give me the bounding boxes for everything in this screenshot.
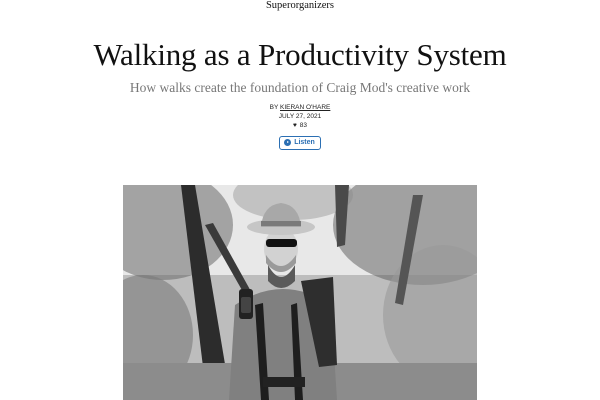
listen-label: Listen bbox=[294, 139, 315, 146]
play-circle-icon bbox=[284, 139, 292, 146]
hero-photo-hiker bbox=[123, 185, 477, 400]
author-link[interactable]: KIERAN O'HARE bbox=[280, 104, 330, 111]
article-title: Walking as a Productivity System bbox=[93, 37, 507, 72]
publication-name[interactable]: Superorganizers bbox=[0, 0, 600, 12]
publish-date: JULY 27, 2021 bbox=[278, 113, 322, 120]
byline-prefix: BY bbox=[269, 104, 279, 111]
hero-image bbox=[123, 185, 477, 400]
like-count-value: 83 bbox=[299, 122, 307, 129]
article-subtitle: How walks create the foundation of Craig… bbox=[129, 80, 471, 95]
byline: BY KIERAN O'HARE bbox=[0, 104, 600, 112]
heart-icon: ♥ bbox=[293, 122, 297, 129]
listen-button[interactable]: Listen bbox=[279, 135, 321, 150]
like-count[interactable]: ♥ 83 bbox=[0, 122, 600, 130]
